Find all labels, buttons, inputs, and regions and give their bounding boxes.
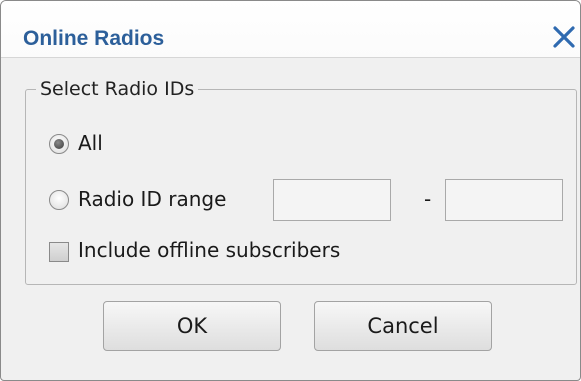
title-bar[interactable]: Online Radios xyxy=(1,1,580,58)
select-radio-ids-group: Select Radio IDs All Radio ID range - In… xyxy=(25,76,577,285)
close-icon[interactable] xyxy=(551,24,577,50)
include-offline-checkbox[interactable] xyxy=(49,242,69,262)
radio-id-range-radio[interactable] xyxy=(49,190,69,210)
dialog-title: Online Radios xyxy=(23,27,165,50)
group-legend: Select Radio IDs xyxy=(36,76,199,102)
online-radios-dialog: Online Radios Select Radio IDs All Radio… xyxy=(0,0,581,381)
range-to-input[interactable] xyxy=(445,179,563,221)
range-separator: - xyxy=(424,187,432,211)
radio-id-range-label[interactable]: Radio ID range xyxy=(78,187,226,211)
range-from-input[interactable] xyxy=(273,179,391,221)
cancel-button[interactable]: Cancel xyxy=(314,301,492,351)
all-radio[interactable] xyxy=(49,134,69,154)
include-offline-label[interactable]: Include offline subscribers xyxy=(78,238,340,262)
ok-button[interactable]: OK xyxy=(103,301,281,351)
dialog-body: Select Radio IDs All Radio ID range - In… xyxy=(11,67,578,373)
radio-selected-dot xyxy=(54,139,64,149)
all-radio-label[interactable]: All xyxy=(78,131,103,155)
